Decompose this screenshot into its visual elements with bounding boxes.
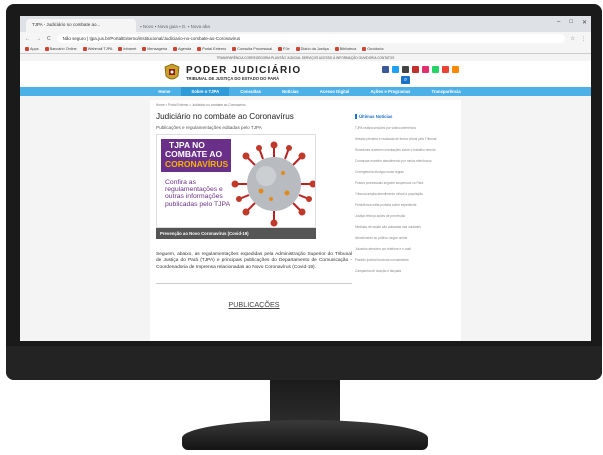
instagram-icon[interactable] [422, 66, 429, 73]
browser-tabs-other[interactable]: ▪ Novo ▪ Nova guia ▪ G. ▪ Nova aba [136, 21, 214, 32]
page-title: Judiciário no combate ao Coronavírus [156, 112, 294, 121]
bookmark-item: Mensageria [142, 47, 167, 51]
monitor-stand-neck [270, 380, 340, 424]
sidebar-news-item[interactable]: Plantão judicial funciona normalmente [355, 258, 455, 262]
bookmark-icon [44, 47, 49, 51]
coronavirus-banner[interactable]: TJPA NO COMBATE AO CORONAVÍRUS Confira a… [156, 134, 316, 228]
bookmark-icon [295, 47, 300, 51]
banner-caption[interactable]: Prevenção ao Novo Coronavírus (Covid-19) [156, 228, 316, 239]
monitor-stand-base [182, 420, 428, 450]
monitor-screen: TJPA - Judiciário no combate ao... ▪ Nov… [20, 16, 591, 341]
sidebar-news-item[interactable]: Prazos processuais seguem suspensos no P… [355, 181, 455, 185]
flickr-icon[interactable] [402, 66, 409, 73]
brand-subtitle: TRIBUNAL DE JUSTIÇA DO ESTADO DO PARÁ [186, 76, 280, 81]
bookmark-icon [334, 47, 339, 51]
banner-line3: CORONAVÍRUS [165, 159, 229, 169]
forward-icon[interactable]: → [36, 36, 41, 42]
bookmarks-bar: Apps Bancário Online Webmail TJPA Intran… [20, 45, 591, 54]
coat-of-arms-icon [164, 63, 180, 80]
sidebar-heading: Últimas Notícias [355, 114, 455, 119]
sidebar-news-item[interactable]: Presidência edita portaria sobre expedie… [355, 203, 455, 207]
sidebar-news-item[interactable]: Corregedoria divulga novas regras [355, 170, 455, 174]
bookmark-item: Portal Externo [197, 47, 226, 51]
banner-body: Confira as regulamentações e outras info… [165, 179, 231, 208]
sidebar-news-item[interactable]: Atendimento ao público segue online [355, 236, 455, 240]
bookmark-icon [232, 47, 237, 51]
nav-consultas[interactable]: Consultas [230, 87, 271, 96]
nav-sobre[interactable]: Sobre o TJPA [181, 87, 230, 96]
content-area: Home > Portal Externo > Judiciário no co… [150, 100, 461, 341]
sidebar-news-item[interactable]: Medidas de saúde são adotadas nas unidad… [355, 225, 455, 229]
page-subtitle: Publicações e regulamentações editadas p… [156, 125, 262, 130]
youtube-icon[interactable] [412, 66, 419, 73]
sidebar-news-item[interactable]: Comarcas mantêm atendimento por meios el… [355, 159, 455, 163]
twitter-icon[interactable] [392, 66, 399, 73]
bookmark-icon [118, 47, 123, 51]
whatsapp-icon[interactable] [432, 66, 439, 73]
nav-transparencia[interactable]: Transparência [421, 87, 470, 96]
sidebar-news-item[interactable]: Sessão plenária é realizada de forma vir… [355, 137, 455, 141]
bookmark-icon [362, 47, 367, 51]
bookmark-item: Ouvidoria [362, 47, 383, 51]
social-icons [382, 66, 459, 73]
close-button[interactable]: ✕ [582, 19, 587, 26]
bookmark-item: Webmail TJPA [82, 47, 112, 51]
monitor-bezel [6, 346, 602, 380]
sidebar-news-item[interactable]: TJPA realiza sessões por videoconferênci… [355, 126, 455, 130]
sidebar-news-item[interactable]: Justiça reforça ações de prevenção [355, 214, 455, 218]
reload-icon[interactable]: C [47, 36, 51, 42]
bookmark-icon [173, 47, 178, 51]
divider [156, 283, 352, 285]
back-icon[interactable]: ← [25, 36, 30, 42]
bookmark-icon [142, 47, 147, 51]
news-sidebar: Últimas Notícias TJPA realiza sessões po… [355, 114, 455, 273]
bookmark-item: Bancário Online [44, 47, 77, 51]
facebook-icon[interactable] [382, 66, 389, 73]
sidebar-news-item[interactable]: Servidores recebem orientações sobre o t… [355, 148, 455, 152]
main-column: Judiciário no combate ao Coronavírus Pub… [156, 109, 352, 310]
bookmark-item: Consulta Processual [232, 47, 272, 51]
bookmark-item: Intranet [118, 47, 136, 51]
virus-illustration [231, 141, 315, 227]
sidebar-news-item[interactable]: Tribunal amplia atendimento virtual à po… [355, 192, 455, 196]
window-controls: – □ ✕ [557, 19, 587, 26]
star-icon[interactable]: ☆ [571, 36, 575, 42]
browser-tab-active[interactable]: TJPA - Judiciário no combate ao... [26, 19, 136, 32]
nav-acoes[interactable]: Ações e Programas [360, 87, 420, 96]
publications-heading: PUBLICAÇÕES [228, 300, 280, 310]
main-nav: Home Sobre o TJPA Consultas Notícias Ace… [20, 87, 591, 96]
address-bar-row: ← → C Não seguro | tjpa.jus.br/PortalExt… [20, 32, 591, 45]
bookmark-item: Biblioteca [334, 47, 356, 51]
top-links[interactable]: TRANSPARÊNCIA CORREGEDORIA PLANTÃO JUDIC… [20, 54, 591, 61]
search-icon[interactable]: ⌕ [401, 76, 410, 84]
email-icon[interactable] [442, 66, 449, 73]
website: TRANSPARÊNCIA CORREGEDORIA PLANTÃO JUDIC… [20, 54, 591, 341]
menu-icon[interactable]: ⋮ [581, 36, 586, 42]
nav-noticias[interactable]: Notícias [272, 87, 309, 96]
bookmark-icon [82, 47, 87, 51]
bookmark-item: Apps [25, 47, 39, 51]
sidebar-news-item[interactable]: Campanha de doação é lançada [355, 269, 455, 273]
bookmark-icon [278, 47, 283, 51]
bookmark-item: Agenda [173, 47, 191, 51]
brand-title: PODER JUDICIÁRIO [186, 65, 302, 76]
maximize-button[interactable]: □ [569, 19, 573, 26]
bookmark-icon [25, 47, 29, 51]
banner-line2: COMBATE AO [165, 149, 223, 159]
bookmark-item: PJe [278, 47, 290, 51]
browser-tab-bar: TJPA - Judiciário no combate ao... ▪ Nov… [20, 16, 591, 32]
nav-home[interactable]: Home [148, 87, 180, 96]
bookmark-icon [197, 47, 202, 51]
nav-acesso-digital[interactable]: Acesso Digital [310, 87, 360, 96]
rss-icon[interactable] [452, 66, 459, 73]
bookmark-item: Diário da Justiça [295, 47, 329, 51]
intro-paragraph: Seguem, abaixo, as regulamentações exped… [156, 252, 352, 270]
minimize-button[interactable]: – [557, 19, 560, 26]
site-header: PODER JUDICIÁRIO TRIBUNAL DE JUSTIÇA DO … [20, 61, 591, 87]
url-input[interactable]: Não seguro | tjpa.jus.br/PortalExterno/i… [56, 34, 565, 43]
sidebar-news-item[interactable]: Juizados atendem por telefone e e-mail [355, 247, 455, 251]
